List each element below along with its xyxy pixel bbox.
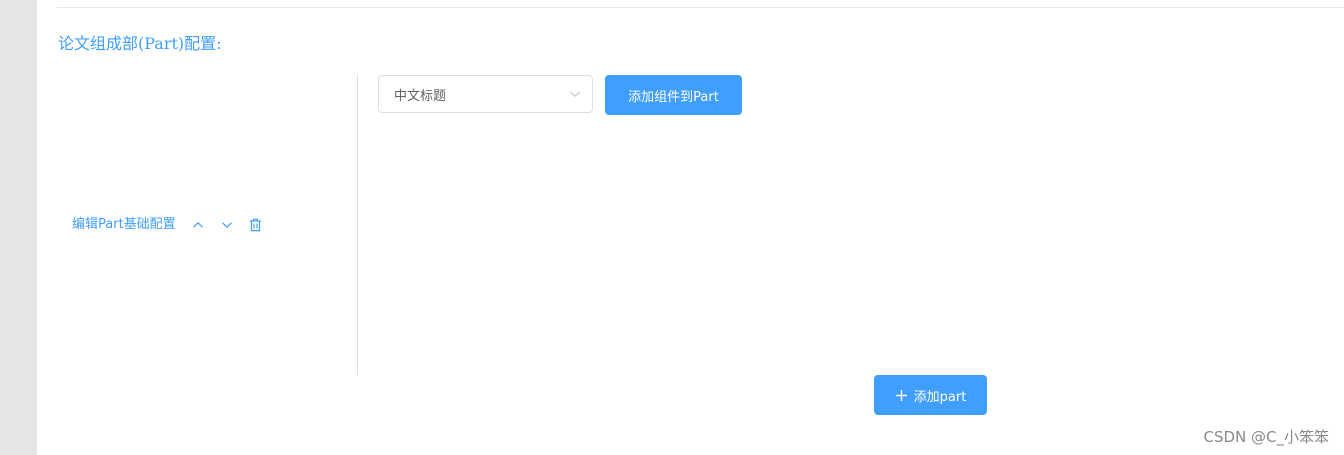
chevron-down-icon[interactable] — [220, 218, 234, 232]
component-select[interactable]: 中文标题 — [378, 75, 593, 113]
add-part-button-label: 添加part — [913, 389, 967, 405]
part-controls: 编辑Part基础配置 — [72, 215, 263, 235]
top-divider — [57, 7, 1344, 8]
trash-icon[interactable] — [249, 218, 263, 232]
section-title: 论文组成部(Part)配置: — [58, 34, 222, 53]
chevron-down-icon — [568, 87, 582, 101]
watermark: CSDN @C_小笨笨 — [1203, 428, 1329, 446]
vertical-divider — [357, 75, 358, 375]
add-component-button[interactable]: 添加组件到Part — [605, 75, 742, 115]
add-part-button[interactable]: 添加part — [874, 375, 987, 415]
chevron-up-icon[interactable] — [191, 218, 205, 232]
left-gutter — [0, 0, 37, 455]
component-select-value: 中文标题 — [394, 88, 447, 104]
edit-part-config-link[interactable]: 编辑Part基础配置 — [72, 215, 176, 235]
add-component-button-label: 添加组件到Part — [628, 89, 719, 105]
plus-icon — [895, 388, 909, 402]
